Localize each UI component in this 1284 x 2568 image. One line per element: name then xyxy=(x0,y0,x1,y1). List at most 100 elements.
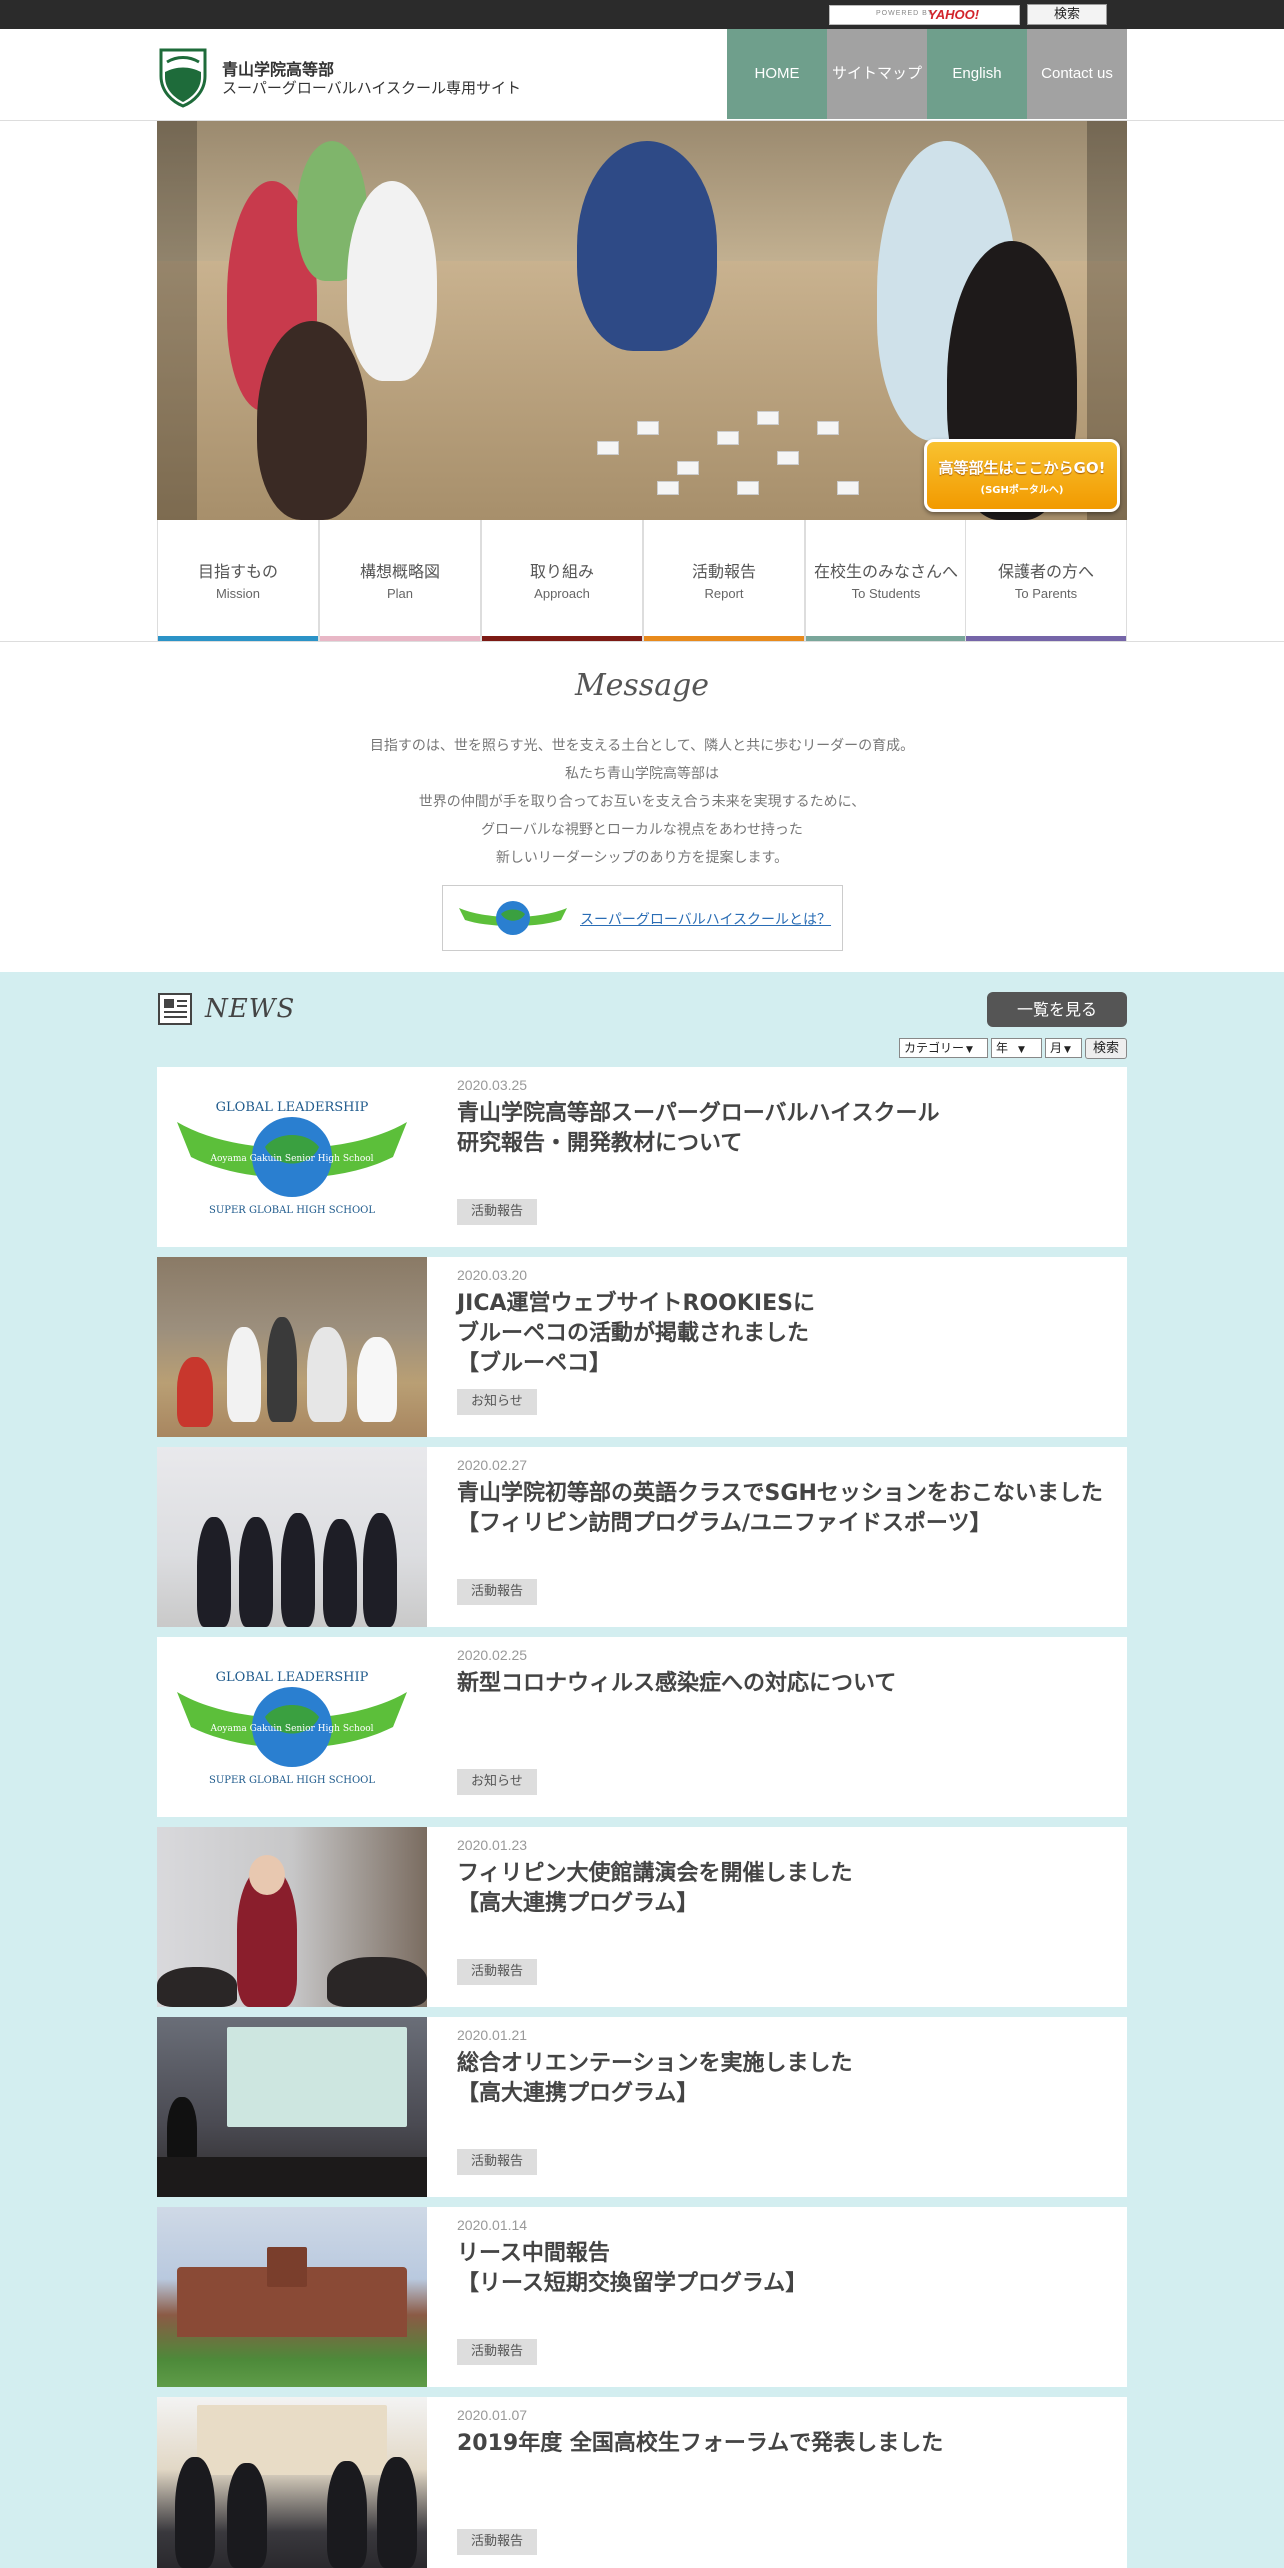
hero-card xyxy=(737,481,759,495)
photo-figure xyxy=(249,1855,285,1895)
site-subtitle[interactable]: スーパーグローバルハイスクール専用サイト xyxy=(222,77,521,98)
news-item[interactable]: 2020.01.21 総合オリエンテーションを実施しました 【高大連携プログラム】… xyxy=(157,2017,1127,2197)
powered-by-label: POWERED BY xyxy=(876,10,934,17)
newspaper-icon xyxy=(158,993,192,1025)
nav-home[interactable]: HOME xyxy=(727,29,827,119)
category-label-jp: 活動報告 xyxy=(691,562,756,581)
category-label-en: Plan xyxy=(386,586,414,601)
news-tag[interactable]: 活動報告 xyxy=(457,2529,538,2555)
category-mission[interactable]: 目指すもの Mission xyxy=(157,520,319,642)
sgh-about-link[interactable]: スーパーグローバルハイスクールとは？ xyxy=(580,909,831,929)
news-item[interactable]: 2020.02.27 青山学院初等部の英語クラスでSGHセッションをおこないまし… xyxy=(157,1447,1127,1627)
photo-figure xyxy=(377,2457,417,2568)
hero-prev-area[interactable] xyxy=(157,121,197,520)
news-tag[interactable]: 活動報告 xyxy=(457,2149,538,2175)
news-search-button[interactable]: 検索 xyxy=(1085,1038,1127,1059)
photo-figure xyxy=(177,1357,213,1427)
news-title-text[interactable]: フィリピン大使館講演会を開催しました 【高大連携プログラム】 xyxy=(457,1859,1107,1919)
category-approach[interactable]: 取り組み Approach xyxy=(481,520,643,642)
year-select[interactable]: 年 ▼ xyxy=(991,1038,1042,1058)
category-select[interactable]: カテゴリー ▼ xyxy=(899,1038,988,1058)
photo-figure xyxy=(175,2457,215,2568)
news-item[interactable]: 2020.03.20 JICA運営ウェブサイトROOKIESに ブルーペコの活動が… xyxy=(157,1257,1127,1437)
category-report[interactable]: 活動報告 Report xyxy=(643,520,805,642)
news-item[interactable]: 2020.01.23 フィリピン大使館講演会を開催しました 【高大連携プログラム】… xyxy=(157,1827,1127,2007)
logo-banner-text: GLOBAL LEADERSHIP xyxy=(216,1100,369,1115)
photo-figure xyxy=(327,1957,427,2007)
message-line: 新しいリーダーシップのあり方を提案します。 xyxy=(495,850,789,866)
nav-contact[interactable]: Contact us xyxy=(1027,29,1127,119)
hero-card xyxy=(757,411,779,425)
hero-card xyxy=(837,481,859,495)
nav-english[interactable]: English xyxy=(927,29,1027,119)
year-select-value: 年 xyxy=(996,1041,1009,1055)
category-label-jp: 保護者の方へ xyxy=(997,562,1094,581)
news-thumbnail: GLOBAL LEADERSHIP Aoyama Gakuin Senior H… xyxy=(157,1067,427,1247)
news-thumbnail: GLOBAL LEADERSHIP Aoyama Gakuin Senior H… xyxy=(157,1637,427,1817)
news-title-text[interactable]: 新型コロナウィルス感染症への対応について xyxy=(457,1669,1107,1699)
hero-card xyxy=(817,421,839,435)
yahoo-search-input[interactable]: POWERED BY YAHOO! xyxy=(829,5,1020,25)
news-tag[interactable]: 活動報告 xyxy=(457,1959,538,1985)
news-title-text[interactable]: JICA運営ウェブサイトROOKIESに ブルーペコの活動が掲載されました 【ブルー… xyxy=(457,1289,1107,1379)
news-date: 2020.01.14 xyxy=(457,2217,528,2233)
news-title-text[interactable]: 青山学院初等部の英語クラスでSGHセッションをおこないました 【フィリピン訪問プロ… xyxy=(457,1479,1107,1539)
category-parents[interactable]: 保護者の方へ To Parents xyxy=(965,520,1127,642)
news-tag[interactable]: 活動報告 xyxy=(457,1199,538,1225)
news-list-button[interactable]: 一覧を見る xyxy=(987,992,1127,1027)
month-select[interactable]: 月 ▼ xyxy=(1045,1038,1082,1058)
news-title-text[interactable]: 総合オリエンテーションを実施しました 【高大連携プログラム】 xyxy=(457,2049,1107,2109)
category-plan[interactable]: 構想概略図 Plan xyxy=(319,520,481,642)
category-label-en: Approach xyxy=(534,586,590,601)
news-item[interactable]: 2020.01.07 2019年度 全国高校生フォーラムで発表しました 活動報告 xyxy=(157,2397,1127,2568)
chevron-down-icon: ▼ xyxy=(966,1045,973,1055)
logo-bottom-text: SUPER GLOBAL HIGH SCHOOL xyxy=(209,1205,375,1216)
category-label-en: Report xyxy=(704,586,744,601)
news-tag[interactable]: お知らせ xyxy=(457,1389,537,1415)
chevron-down-icon: ▼ xyxy=(1018,1045,1025,1055)
site-search-button[interactable]: 検索 xyxy=(1027,4,1107,25)
hero-card xyxy=(777,451,799,465)
logo-ribbon-text: Aoyama Gakuin Senior High School xyxy=(209,1154,373,1164)
news-title-text[interactable]: リース中間報告 【リース短期交換留学プログラム】 xyxy=(457,2239,1107,2299)
news-date: 2020.01.21 xyxy=(457,2027,528,2043)
news-thumbnail xyxy=(157,1257,427,1437)
news-date: 2020.02.25 xyxy=(457,1647,528,1663)
hero-card xyxy=(637,421,659,435)
photo-figure xyxy=(197,1517,231,1627)
sgh-portal-button[interactable]: 高等部生はここからGO! (SGHポータルへ) xyxy=(924,439,1120,512)
photo-figure xyxy=(327,2461,367,2568)
global-leadership-logo-icon: GLOBAL LEADERSHIP Aoyama Gakuin Senior H… xyxy=(177,1100,407,1216)
photo-figure xyxy=(227,2463,267,2568)
photo-figure xyxy=(267,1317,297,1422)
category-label-jp: 目指すもの xyxy=(197,562,278,581)
hero-card xyxy=(657,481,679,495)
news-thumbnail xyxy=(157,2207,427,2387)
category-label-en: Mission xyxy=(215,586,261,601)
hero-card xyxy=(677,461,699,475)
yahoo-logo: YAHOO! xyxy=(928,7,980,22)
hero-child-figure xyxy=(257,321,367,520)
news-date: 2020.02.27 xyxy=(457,1457,528,1473)
news-tag[interactable]: お知らせ xyxy=(457,1769,537,1795)
hero-card xyxy=(717,431,739,445)
news-date: 2020.01.07 xyxy=(457,2407,528,2423)
news-item[interactable]: 2020.01.14 リース中間報告 【リース短期交換留学プログラム】 活動報告 xyxy=(157,2207,1127,2387)
news-item[interactable]: GLOBAL LEADERSHIP Aoyama Gakuin Senior H… xyxy=(157,1067,1127,1247)
category-nav: 目指すもの Mission 構想概略図 Plan 取り組み Approach 活… xyxy=(157,520,1127,642)
portal-button-label: 高等部生はここからGO! xyxy=(938,459,1106,477)
news-tag[interactable]: 活動報告 xyxy=(457,1579,538,1605)
sgh-about-box[interactable]: スーパーグローバルハイスクールとは？ xyxy=(442,885,843,951)
news-item[interactable]: GLOBAL LEADERSHIP Aoyama Gakuin Senior H… xyxy=(157,1637,1127,1817)
news-title-text[interactable]: 青山学院高等部スーパーグローバルハイスクール 研究報告・開発教材について xyxy=(457,1099,1107,1159)
photo-figure xyxy=(307,1327,347,1422)
photo-figure xyxy=(157,1967,237,2007)
nav-sitemap[interactable]: サイトマップ xyxy=(827,29,927,119)
news-thumbnail xyxy=(157,1447,427,1627)
news-tag[interactable]: 活動報告 xyxy=(457,2339,538,2365)
category-students[interactable]: 在校生のみなさんへ To Students xyxy=(805,520,967,642)
photo-figure xyxy=(239,1517,273,1627)
school-crest-icon[interactable] xyxy=(157,46,209,108)
portal-button-sublabel: (SGHポータルへ) xyxy=(980,485,1064,496)
news-title-text[interactable]: 2019年度 全国高校生フォーラムで発表しました xyxy=(457,2429,1107,2459)
